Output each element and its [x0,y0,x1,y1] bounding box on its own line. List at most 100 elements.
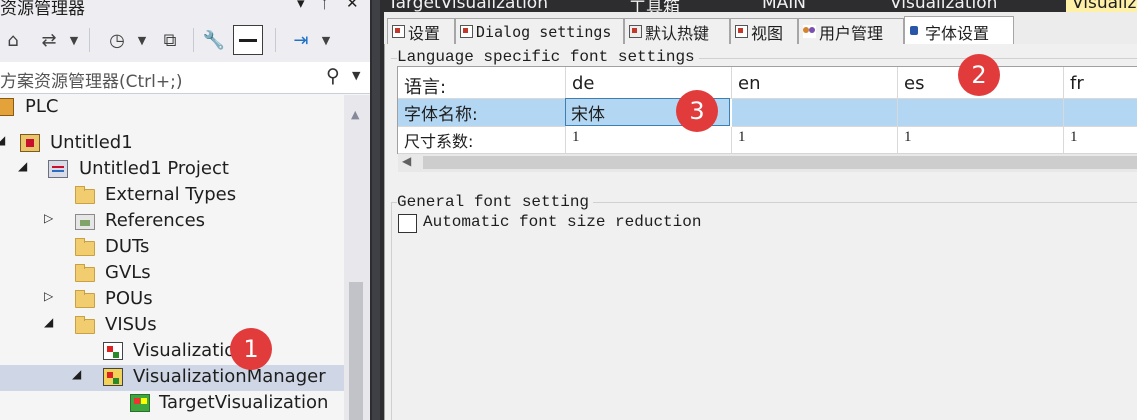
tab-label: 用户管理 [819,23,884,43]
scrollbar-thumb[interactable] [423,156,1137,169]
tree-item-label: TargetVisualization [159,392,329,413]
group-border [391,202,392,420]
tab-dialog-settings[interactable]: Dialog settings [455,18,624,44]
document-tab-strip: TargetVisualization 工具箱 MAIN Visualizati… [384,0,1137,12]
size-cell-fr[interactable]: 1 [1064,127,1137,153]
dialog-icon [460,25,473,38]
size-cell-es[interactable]: 1 [898,127,1064,153]
language-font-grid: 语言: de en es fr 字体名称: 尺寸系数: 1 1 1 1 [397,66,1137,154]
tree-item-plc[interactable]: PLC [0,95,344,121]
preview-toggle-button[interactable] [233,25,263,55]
font-name-cell-es[interactable] [898,99,1064,127]
annotation-badge-1: 1 [230,328,272,370]
tab-user-management[interactable]: 用户管理 [798,18,904,44]
search-dropdown-icon[interactable]: ▼ [352,69,360,82]
doc-tab-visualization-manager[interactable]: Visualiz [1066,0,1137,12]
tree-item-label: Untitled1 [50,132,133,153]
tree-item-visualization[interactable]: Visualizatio [0,339,344,365]
tree-item-pous[interactable]: ▷ POUs [0,287,344,313]
tree-item-gvls[interactable]: GVLs [0,261,344,287]
tree-item-label: VISUs [105,314,157,335]
header-label: en [738,73,761,94]
doc-tab-toolbox[interactable]: 工具箱 [629,0,680,12]
doc-tab-target-visualization[interactable]: TargetVisualization [388,0,548,12]
folder-icon [75,186,95,204]
explorer-title: 资源管理器 [0,0,85,19]
doc-tab-visualization[interactable]: Visualization [890,0,997,12]
tab-settings[interactable]: 设置 [387,18,455,44]
folder-icon [75,264,95,282]
expand-arrow-icon[interactable]: ▷ [44,289,53,303]
dropdown-icon[interactable]: ▾ [297,0,305,12]
history-icon[interactable]: ◷ [102,26,132,54]
splitter-line [372,0,380,420]
tree-item-visualization-manager[interactable]: ◢ VisualizationManager [0,365,344,391]
pin-tab-icon[interactable]: ᛘ [320,0,329,12]
header-label: de [572,73,595,94]
pin-icon[interactable]: ⇥ [286,26,316,54]
tree-item-label: GVLs [105,262,151,283]
preview-icon [239,39,257,42]
tree-item-external-types[interactable]: External Types [0,183,344,209]
visualization-manager-icon [103,368,123,386]
tree-item-visus[interactable]: ◢ VISUs [0,313,344,339]
collapse-icon[interactable]: ⧉ [156,26,184,54]
expand-arrow-icon[interactable]: ▷ [44,211,53,225]
scroll-up-arrow-icon[interactable]: ▲ [351,108,359,121]
tree-item-references[interactable]: ▷ References [0,209,344,235]
home-icon[interactable]: ⌂ [0,26,26,54]
explorer-toolbar: ⌂ ⇄ ▼ ◷ ▼ ⧉ 🔧 ⇥ ▼ [0,18,370,62]
tree-item-label: Visualizatio [133,340,236,361]
row-label: 字体名称: [404,105,478,125]
tree-item-label: VisualizationManager [133,366,326,387]
tree-item-label: DUTs [105,236,150,257]
cell-value: 1 [738,129,746,145]
history-dropdown-icon[interactable]: ▼ [134,26,150,54]
tree-item-target-visualization[interactable]: TargetVisualization [0,391,344,417]
expand-arrow-icon[interactable]: ◢ [18,159,27,173]
grid-header-fr[interactable]: fr [1064,67,1137,99]
search-input[interactable]: 方案资源管理器(Ctrl+;) [0,67,182,92]
folder-icon [75,238,95,256]
sync-dropdown-icon[interactable]: ▼ [66,26,82,54]
grid-header-en[interactable]: en [732,67,898,99]
tree-item-duts[interactable]: DUTs [0,235,344,261]
solution-project-icon [48,160,68,178]
expand-arrow-icon[interactable]: ◢ [0,133,5,147]
tab-default-hotkeys[interactable]: 默认热键 [624,18,730,44]
annotation-badge-2: 2 [958,54,1000,96]
font-name-editor[interactable]: 宋体 [571,100,605,125]
size-cell-de[interactable]: 1 [566,127,732,153]
checkbox-label[interactable]: Automatic font size reduction [423,213,701,231]
pin-dropdown-icon[interactable]: ▼ [318,26,334,54]
explorer-search-box[interactable]: 方案资源管理器(Ctrl+;) ⚲ ▼ [0,62,370,94]
folder-open-icon [75,316,95,334]
toolbar-separator [193,28,194,52]
row-label: 尺寸系数: [404,132,474,151]
tree-item-untitled1-project[interactable]: ◢ Untitled1 Project [0,157,344,183]
expand-arrow-icon[interactable]: ◢ [72,367,81,381]
automatic-font-size-reduction-checkbox[interactable] [398,214,417,233]
search-icon[interactable]: ⚲ [326,65,340,87]
sync-icon[interactable]: ⇄ [34,26,64,54]
doc-tab-main[interactable]: MAIN [762,0,806,12]
tab-font-settings[interactable]: 字体设置 [904,16,1014,46]
tab-view[interactable]: 视图 [730,18,798,44]
keyboard-icon [629,25,642,38]
tree-item-label: POUs [105,288,153,309]
font-name-cell-fr[interactable] [1064,99,1137,127]
font-name-cell-en[interactable] [732,99,898,127]
references-icon [75,214,95,230]
settings-tab-strip: 设置 Dialog settings 默认热键 视图 用户管理 字体设置 [384,16,1137,46]
settings-icon [392,25,405,38]
explorer-title-bar: 资源管理器 ▾ ᛘ ✕ [0,0,370,19]
close-icon[interactable]: ✕ [346,0,359,12]
wrench-icon[interactable]: 🔧 [200,26,228,54]
size-cell-en[interactable]: 1 [732,127,898,153]
scroll-left-arrow-icon[interactable]: ◀ [402,154,411,168]
folder-icon [75,290,95,308]
tree-item-untitled1[interactable]: ◢ Untitled1 [0,131,344,157]
expand-arrow-icon[interactable]: ◢ [44,315,53,329]
scrollbar-thumb[interactable] [349,282,363,420]
language-group-title: Language specific font settings [397,48,699,66]
